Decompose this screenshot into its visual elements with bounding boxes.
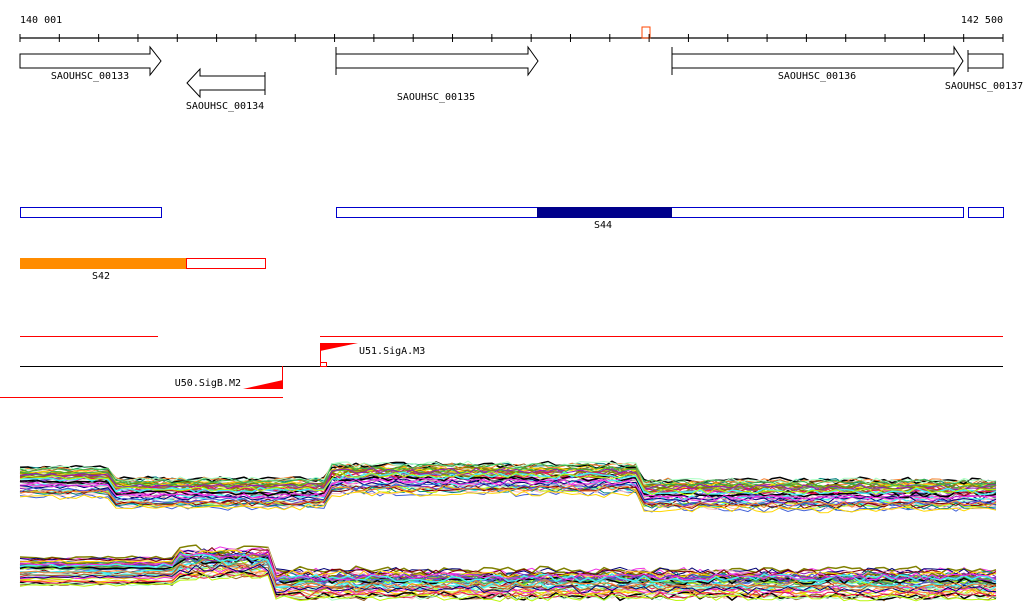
segment-label-S44: S44 [594, 220, 612, 231]
segment-S44[interactable] [537, 207, 672, 218]
segment-track: S44 S42 [20, 207, 1004, 282]
gene-SAOUHSC_00134[interactable]: SAOUHSC_00134 [186, 67, 266, 112]
expression-panel-2 [19, 544, 997, 603]
segment-label-S42: S42 [92, 271, 110, 282]
gene-SAOUHSC_00135[interactable]: SAOUHSC_00135 [335, 45, 539, 103]
segment-box[interactable] [968, 207, 1004, 218]
ruler-end-label: 142 500 [961, 15, 1003, 26]
coordinate-ruler: 140 001 142 500 [19, 15, 1004, 42]
gene-label: SAOUHSC_00137 [945, 81, 1023, 92]
gene-label: SAOUHSC_00133 [51, 71, 129, 82]
genome-browser-view: 140 001 142 500 SAOUHSC_00133 SAOUHSC_00… [0, 0, 1024, 611]
gene-track: SAOUHSC_00133 SAOUHSC_00134 SAOUHSC_0013… [19, 45, 1023, 112]
promoter-label: U50.SigB.M2 [175, 378, 241, 389]
ruler-start-label: 140 001 [20, 15, 62, 26]
browser-canvas: 140 001 142 500 SAOUHSC_00133 SAOUHSC_00… [0, 15, 1023, 603]
promoter-U50[interactable]: U50.SigB.M2 [175, 366, 283, 389]
expression-panel-1 [19, 460, 997, 514]
promoter-track: U51.SigA.M3 U50.SigB.M2 [0, 336, 1003, 398]
segment-box[interactable] [20, 207, 162, 218]
segment-S42[interactable] [20, 258, 186, 269]
gene-label: SAOUHSC_00134 [186, 101, 264, 112]
gene-SAOUHSC_00133[interactable]: SAOUHSC_00133 [19, 45, 162, 82]
segment-box[interactable] [186, 258, 266, 269]
gene-label: SAOUHSC_00136 [778, 71, 856, 82]
promoter-label: U51.SigA.M3 [359, 346, 425, 357]
promoter-U51[interactable]: U51.SigA.M3 [320, 343, 425, 367]
gene-SAOUHSC_00136[interactable]: SAOUHSC_00136 [671, 45, 964, 82]
gene-label: SAOUHSC_00135 [397, 92, 475, 103]
